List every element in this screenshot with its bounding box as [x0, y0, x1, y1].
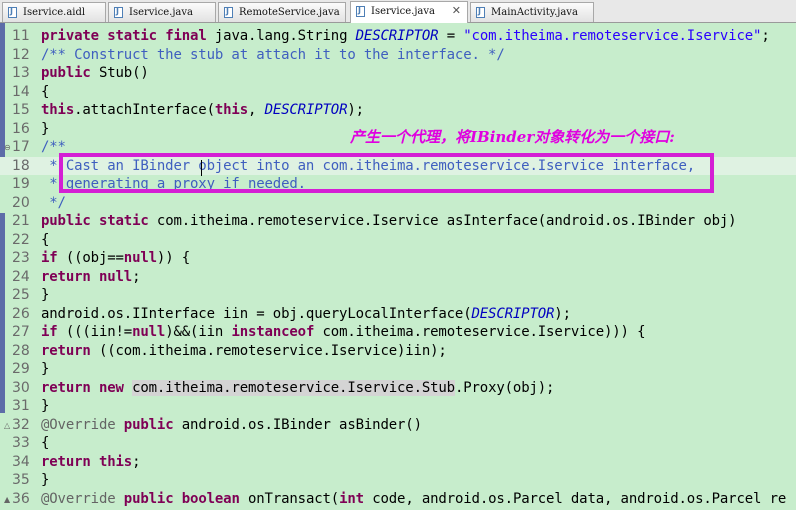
- line-number: 16: [12, 120, 30, 137]
- code-line[interactable]: 13 public Stub(): [0, 64, 796, 83]
- tab-mainactivity-java[interactable]: MainActivity.java: [470, 2, 594, 22]
- code-line[interactable]: 23 if ((obj==null)) {: [0, 249, 796, 268]
- code-line[interactable]: △ 32 @Override public android.os.IBinder…: [0, 416, 796, 435]
- line-code: public static com.itheima.remoteservice.…: [41, 213, 737, 229]
- line-number: 23: [12, 250, 30, 266]
- line-number: 25: [12, 287, 30, 303]
- annotation-highlight-box: [59, 153, 714, 193]
- line-number: 30: [12, 379, 30, 396]
- line-code: }: [41, 287, 50, 303]
- line-number: 35: [12, 472, 30, 488]
- override-marker-icon: ▲: [4, 494, 11, 504]
- line-code: */: [41, 194, 66, 211]
- line-number: 34: [12, 453, 30, 470]
- line-code: }: [41, 398, 50, 414]
- code-line[interactable]: 33 {: [0, 434, 796, 453]
- aidl-file-icon: [8, 7, 17, 18]
- line-number: 24: [12, 268, 30, 285]
- tab-iservice-java-active[interactable]: Iservice.java ✕: [350, 1, 468, 23]
- line-code: private static final java.lang.String DE…: [41, 28, 770, 44]
- code-line[interactable]: 15 this.attachInterface(this, DESCRIPTOR…: [0, 101, 796, 120]
- tab-iservice-java[interactable]: Iservice.java: [108, 2, 216, 22]
- code-line[interactable]: 14 {: [0, 83, 796, 102]
- line-number: 21: [12, 213, 30, 229]
- code-line[interactable]: 26 android.os.IInterface iin = obj.query…: [0, 305, 796, 324]
- tab-label: Iservice.java: [371, 6, 435, 17]
- line-number: 13: [12, 65, 30, 81]
- code-line[interactable]: 35 }: [0, 471, 796, 490]
- code-line[interactable]: 12 /** Construct the stub at attach it t…: [0, 46, 796, 65]
- line-code: if ((obj==null)) {: [41, 250, 191, 266]
- line-code: public Stub(): [41, 65, 149, 81]
- code-line[interactable]: 24 return null;: [0, 268, 796, 287]
- code-line[interactable]: 29 }: [0, 360, 796, 379]
- java-file-icon: [476, 7, 485, 18]
- code-line[interactable]: 28 return ((com.itheima.remoteservice.Is…: [0, 342, 796, 361]
- line-number: 17: [12, 139, 30, 155]
- code-line[interactable]: 21 public static com.itheima.remoteservi…: [0, 212, 796, 231]
- line-number: 22: [12, 231, 30, 248]
- override-marker-icon: △: [4, 420, 11, 430]
- code-line[interactable]: 22 {: [0, 231, 796, 250]
- close-icon[interactable]: ✕: [452, 4, 461, 17]
- line-code: /** Construct the stub at attach it to t…: [41, 46, 505, 63]
- code-line[interactable]: 11 private static final java.lang.String…: [0, 27, 796, 46]
- line-number: 36: [12, 490, 30, 507]
- line-number: 20: [12, 194, 30, 211]
- tab-remoteservice-java[interactable]: RemoteService.java: [218, 2, 346, 22]
- code-line[interactable]: 34 return this;: [0, 453, 796, 472]
- line-number: 18: [12, 157, 30, 174]
- code-line[interactable]: 27 if (((iin!=null)&&(iin instanceof com…: [0, 323, 796, 342]
- line-code: this.attachInterface(this, DESCRIPTOR);: [41, 102, 364, 118]
- line-code: {: [41, 231, 50, 248]
- fold-toggle-icon[interactable]: ⊖: [4, 143, 11, 152]
- tab-label: MainActivity.java: [491, 7, 578, 18]
- line-number: 33: [12, 435, 30, 451]
- line-number: 28: [12, 342, 30, 359]
- line-number: 19: [12, 176, 30, 192]
- code-line[interactable]: ▲ 36 @Override public boolean onTransact…: [0, 490, 796, 509]
- java-file-icon: [114, 7, 123, 18]
- line-number: 26: [12, 305, 30, 322]
- line-code: @Override public boolean onTransact(int …: [41, 490, 787, 507]
- line-code: {: [41, 83, 50, 100]
- line-number: 11: [12, 28, 30, 44]
- line-number: 31: [12, 398, 30, 414]
- line-code: return new com.itheima.remoteservice.Ise…: [41, 379, 555, 396]
- annotation-callout: 产生一个代理，将IBinder对象转化为一个接口:: [350, 128, 675, 146]
- code-line[interactable]: 30 return new com.itheima.remoteservice.…: [0, 379, 796, 398]
- tab-label: RemoteService.java: [239, 7, 340, 18]
- code-line[interactable]: 20 */: [0, 194, 796, 213]
- java-file-icon: [356, 6, 365, 17]
- line-code: {: [41, 435, 50, 451]
- text-cursor: [201, 160, 202, 176]
- line-code: return ((com.itheima.remoteservice.Iserv…: [41, 342, 447, 359]
- editor-tab-bar: Iservice.aidl Iservice.java RemoteServic…: [0, 0, 796, 23]
- code-line[interactable]: 25 }: [0, 286, 796, 305]
- tab-iservice-aidl[interactable]: Iservice.aidl: [2, 2, 106, 22]
- line-code: return null;: [41, 268, 141, 285]
- line-code: }: [41, 120, 50, 137]
- line-code: }: [41, 361, 50, 377]
- line-code: return this;: [41, 453, 141, 470]
- line-number: 14: [12, 83, 30, 100]
- line-number: 15: [12, 102, 30, 118]
- line-number: 29: [12, 361, 30, 377]
- code-line[interactable]: 31 }: [0, 397, 796, 416]
- line-number: 12: [12, 46, 30, 63]
- line-number: 27: [12, 324, 30, 340]
- line-code: }: [41, 472, 50, 488]
- tab-label: Iservice.java: [129, 7, 193, 18]
- line-code: if (((iin!=null)&&(iin instanceof com.it…: [41, 324, 646, 340]
- java-file-icon: [224, 7, 233, 18]
- tab-label: Iservice.aidl: [23, 7, 86, 18]
- line-code: @Override public android.os.IBinder asBi…: [41, 416, 422, 433]
- line-number: 32: [12, 416, 30, 433]
- line-code: android.os.IInterface iin = obj.queryLoc…: [41, 305, 571, 322]
